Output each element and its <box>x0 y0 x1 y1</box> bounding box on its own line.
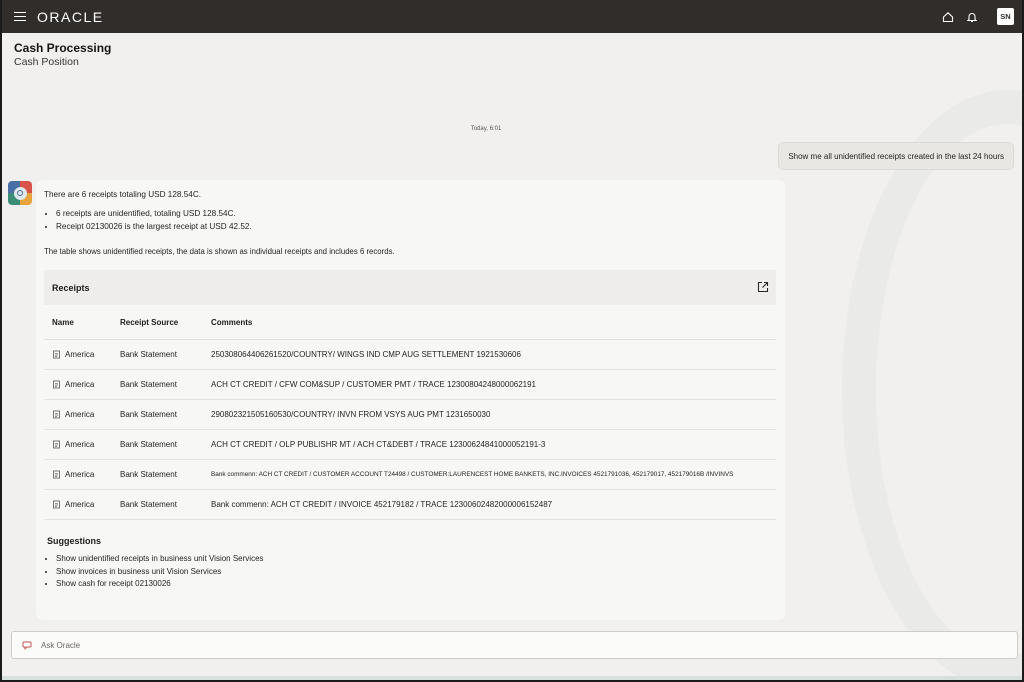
bottom-strip <box>2 676 1022 680</box>
row-name-cell: America <box>52 440 94 449</box>
row-name: America <box>65 440 95 449</box>
row-source: Bank Statement <box>120 380 177 389</box>
row-source: Bank Statement <box>120 440 177 449</box>
table-row[interactable]: America Bank Statement 29080232150516053… <box>44 400 776 430</box>
table-row[interactable]: America Bank Statement Bank commenn: ACH… <box>44 490 776 520</box>
receipt-icon <box>53 410 60 419</box>
row-comments: ACH CT CREDIT / OLP PUBLISHR MT / ACH CT… <box>211 440 546 449</box>
column-header-comments[interactable]: Comments <box>211 318 252 327</box>
suggestion-link[interactable]: Show invoices in business unit Vision Se… <box>56 567 264 576</box>
row-comments: Bank commenn: ACH CT CREDIT / INVOICE 45… <box>211 500 553 509</box>
row-name-cell: America <box>52 470 94 479</box>
row-source: Bank Statement <box>120 410 177 419</box>
receipt-icon <box>53 350 60 359</box>
receipt-icon <box>53 470 60 479</box>
page-title: Cash Processing <box>14 41 112 55</box>
row-name: America <box>65 500 95 509</box>
column-header-receipt-source[interactable]: Receipt Source <box>120 318 178 327</box>
receipt-icon <box>53 440 60 449</box>
user-avatar[interactable]: SN <box>997 8 1014 25</box>
row-name-cell: America <box>52 410 94 419</box>
row-source: Bank Statement <box>120 500 177 509</box>
open-in-new-icon[interactable] <box>757 281 769 293</box>
suggestions-list: Show unidentified receipts in business u… <box>56 554 264 592</box>
user-message-bubble: Show me all unidentified receipts create… <box>778 142 1014 170</box>
oracle-logo[interactable]: ORACLE <box>37 9 104 25</box>
assistant-response-card: There are 6 receipts totaling USD 128.54… <box>36 180 785 620</box>
row-name-cell: America <box>52 350 94 359</box>
row-comments: ACH CT CREDIT / CFW COM&SUP / CUSTOMER P… <box>211 380 537 389</box>
conversation-timestamp: Today, 6:01 <box>470 126 502 132</box>
response-bullet: Receipt 02130026 is the largest receipt … <box>56 222 252 231</box>
ask-oracle-input[interactable]: Ask Oracle <box>11 631 1018 659</box>
response-summary: There are 6 receipts totaling USD 128.54… <box>44 190 202 199</box>
receipts-table-title: Receipts <box>52 282 90 293</box>
home-icon[interactable] <box>941 10 955 24</box>
row-name-cell: America <box>52 500 94 509</box>
row-name: America <box>65 350 95 359</box>
column-header-name[interactable]: Name <box>52 318 74 327</box>
row-name: America <box>65 410 95 419</box>
ask-oracle-placeholder: Ask Oracle <box>41 640 81 650</box>
suggestion-link[interactable]: Show cash for receipt 02130026 <box>56 579 264 588</box>
row-comments: 250308064406261520/COUNTRY/ WINGS IND CM… <box>211 350 521 359</box>
row-name: America <box>65 380 95 389</box>
suggestions-title: Suggestions <box>47 536 102 546</box>
assistant-avatar-icon <box>8 181 32 205</box>
row-name: America <box>65 470 95 479</box>
hamburger-menu-icon[interactable] <box>14 11 26 22</box>
notifications-bell-icon[interactable] <box>965 10 979 24</box>
row-source: Bank Statement <box>120 350 177 359</box>
table-row[interactable]: America Bank Statement ACH CT CREDIT / C… <box>44 370 776 400</box>
row-comments: Bank commenn: ACH CT CREDIT / CUSTOMER A… <box>211 471 734 478</box>
row-comments: 290802321505160530/COUNTRY/ INVN FROM VS… <box>211 410 491 419</box>
background-decoration <box>842 90 1022 680</box>
top-bar: ORACLE SN <box>2 0 1022 33</box>
receipt-icon <box>53 500 60 509</box>
response-bullets: 6 receipts are unidentified, totaling US… <box>56 209 252 235</box>
app-frame: ORACLE SN Cash Processing Cash Position … <box>0 0 1024 682</box>
row-source: Bank Statement <box>120 470 177 479</box>
receipts-table-header: Receipts <box>44 270 776 305</box>
page-subtitle: Cash Position <box>14 56 79 68</box>
table-column-headers: Name Receipt Source Comments <box>44 312 776 340</box>
table-description: The table shows unidentified receipts, t… <box>44 247 395 256</box>
chat-bubble-icon <box>22 641 32 650</box>
response-bullet: 6 receipts are unidentified, totaling US… <box>56 209 252 218</box>
receipt-icon <box>53 380 60 389</box>
table-row[interactable]: America Bank Statement ACH CT CREDIT / O… <box>44 430 776 460</box>
suggestion-link[interactable]: Show unidentified receipts in business u… <box>56 554 264 563</box>
table-row[interactable]: America Bank Statement Bank commenn: ACH… <box>44 460 776 490</box>
table-row[interactable]: America Bank Statement 25030806440626152… <box>44 340 776 370</box>
row-name-cell: America <box>52 380 94 389</box>
top-bar-actions: SN <box>941 8 1014 25</box>
